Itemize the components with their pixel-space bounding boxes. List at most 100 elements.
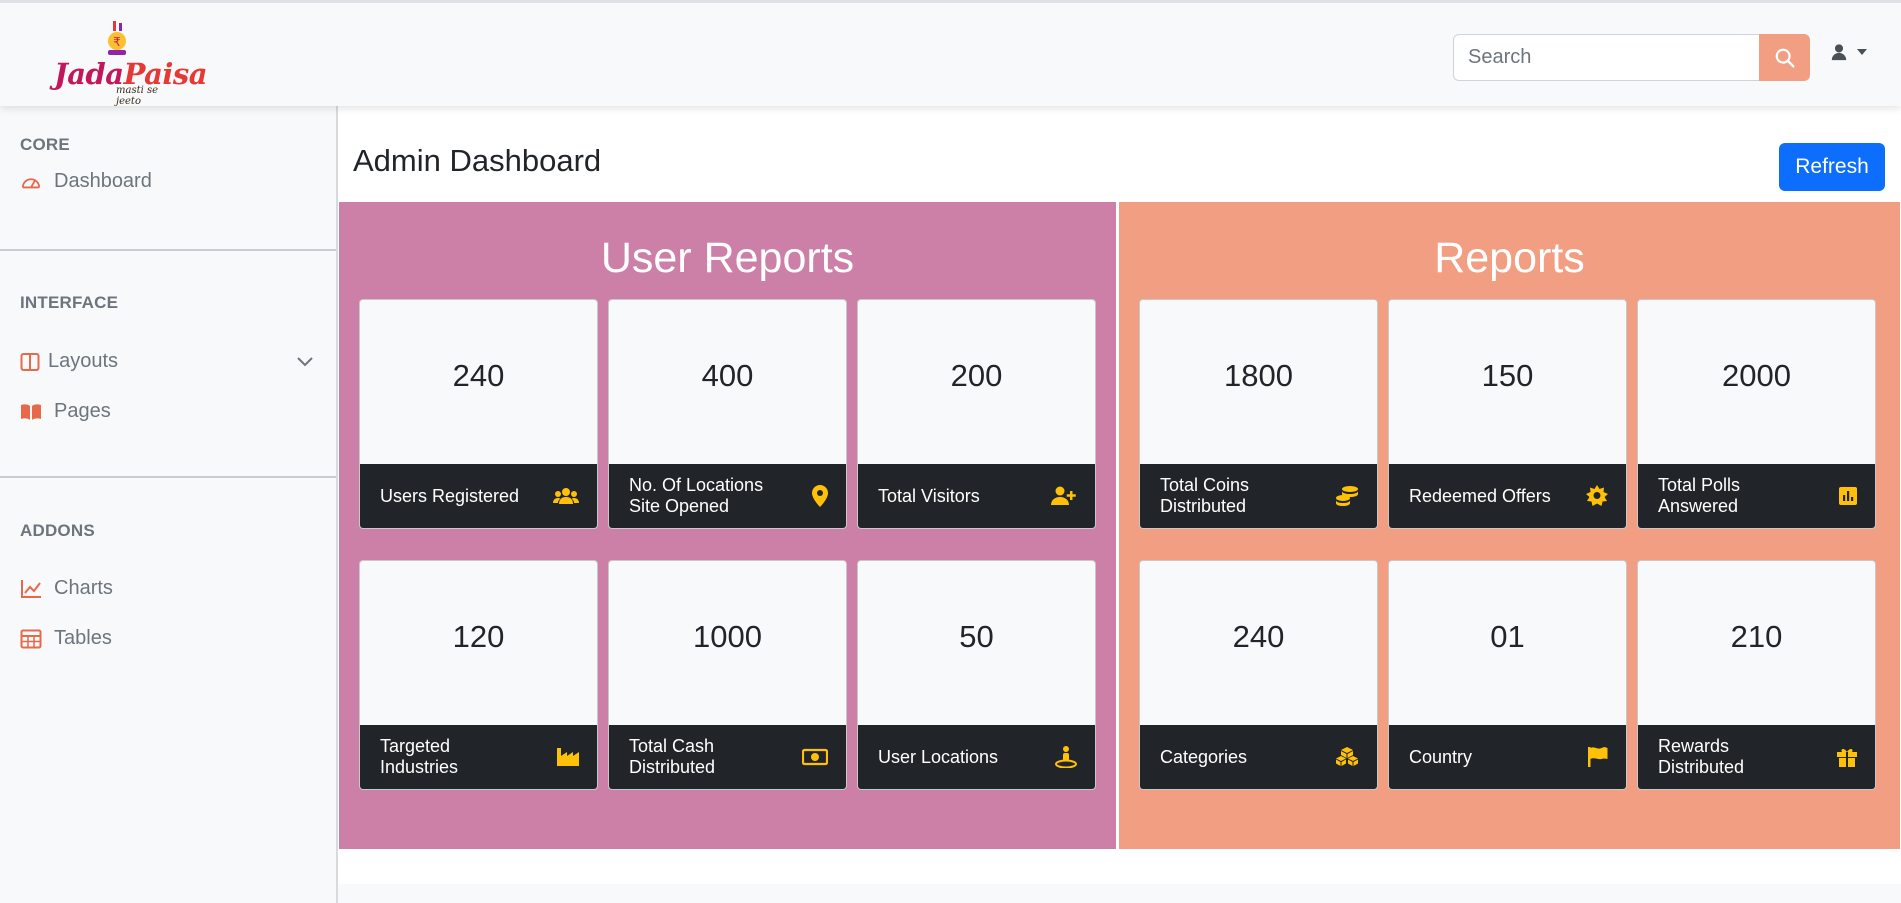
- stat-value: 1800: [1224, 358, 1293, 393]
- user-dropdown[interactable]: [1830, 43, 1868, 61]
- book-open-icon: [21, 403, 41, 420]
- stat-value: 1000: [693, 619, 762, 654]
- top-navbar: ₹ JadaPaisa masti se jeeto: [0, 0, 1901, 107]
- stat-value: 01: [1490, 619, 1525, 654]
- chevron-down-icon[interactable]: [296, 356, 314, 368]
- refresh-button[interactable]: Refresh: [1779, 143, 1885, 191]
- cubes-icon: [1335, 747, 1359, 767]
- stat-value: 400: [701, 358, 754, 393]
- sidebar-item-tables[interactable]: Tables: [20, 627, 112, 650]
- stat-value: 200: [950, 358, 1003, 393]
- sidebar-heading-interface: INTERFACE: [20, 293, 119, 312]
- panel-title: Reports: [1434, 234, 1585, 282]
- stat-footer: Targeted Industries: [360, 725, 597, 789]
- stat-card-polls-answered[interactable]: 2000 Total Polls Answered: [1637, 299, 1876, 529]
- stat-label: Targeted Industries: [380, 736, 459, 777]
- users-icon: [553, 487, 579, 505]
- stat-label: Total Visitors: [878, 485, 980, 506]
- chart-line-icon: [21, 579, 41, 598]
- search-icon: [1775, 48, 1794, 67]
- stat-label: Country: [1409, 746, 1473, 767]
- stat-footer: Total Coins Distributed: [1140, 464, 1377, 528]
- poll-icon: [1839, 487, 1857, 505]
- stat-label: Users Registered: [380, 485, 520, 506]
- sidebar-item-pages[interactable]: Pages: [20, 400, 111, 423]
- stat-card-total-visitors[interactable]: 200 Total Visitors: [857, 299, 1096, 529]
- certificate-icon: [1586, 485, 1608, 507]
- footer-band: [338, 884, 1901, 903]
- stat-footer: Categories: [1140, 725, 1377, 789]
- stat-value: 50: [959, 619, 994, 654]
- search-input[interactable]: [1453, 34, 1759, 81]
- stat-label: No. Of Locations Site Opened: [629, 475, 764, 516]
- stat-footer: Total Visitors: [858, 464, 1095, 528]
- stat-label: Categories: [1160, 746, 1248, 767]
- stat-label: Total Polls Answered: [1658, 475, 1741, 516]
- user-reports-panel: User Reports 240 Users Registered 400 No…: [339, 202, 1116, 849]
- stat-footer: Total Cash Distributed: [609, 725, 846, 789]
- svg-text:₹: ₹: [113, 35, 121, 49]
- stat-label: Total Cash Distributed: [629, 736, 716, 777]
- sidebar-divider: [0, 249, 336, 251]
- stat-label: Rewards Distributed: [1658, 736, 1745, 777]
- stat-label: Total Coins Distributed: [1160, 475, 1250, 516]
- stat-footer: Country: [1389, 725, 1626, 789]
- stat-card-redeemed-offers[interactable]: 150 Redeemed Offers: [1388, 299, 1627, 529]
- sidebar-item-layouts[interactable]: Layouts: [20, 350, 118, 373]
- sidebar-item-charts[interactable]: Charts: [20, 577, 113, 600]
- columns-icon: [20, 352, 40, 371]
- sidebar-heading-addons: ADDONS: [20, 521, 95, 540]
- stat-value: 150: [1481, 358, 1534, 393]
- flag-icon: [1588, 747, 1608, 767]
- sidebar-item-label: Tables: [54, 627, 112, 649]
- stat-card-locations-opened[interactable]: 400 No. Of Locations Site Opened: [608, 299, 847, 529]
- sidebar-item-label: Charts: [54, 577, 113, 599]
- industry-icon: [557, 748, 579, 766]
- tachometer-icon: [21, 177, 41, 188]
- gift-icon: [1837, 747, 1857, 767]
- street-view-icon: [1055, 746, 1077, 768]
- stat-value: 210: [1730, 619, 1783, 654]
- stat-card-total-cash[interactable]: 1000 Total Cash Distributed: [608, 560, 847, 790]
- stat-value: 120: [452, 619, 505, 654]
- user-plus-icon: [1051, 486, 1077, 506]
- stat-footer: Rewards Distributed: [1638, 725, 1875, 789]
- sidebar-item-label: Layouts: [48, 350, 119, 372]
- stat-footer: Users Registered: [360, 464, 597, 528]
- stat-label: User Locations: [878, 746, 999, 767]
- sidebar-item-label: Dashboard: [54, 170, 152, 192]
- stat-card-categories[interactable]: 240 Categories: [1139, 560, 1378, 790]
- sidebar-item-dashboard[interactable]: Dashboard: [20, 170, 152, 193]
- stat-label: Redeemed Offers: [1409, 485, 1551, 506]
- stat-footer: No. Of Locations Site Opened: [609, 464, 846, 528]
- stat-footer: Total Polls Answered: [1638, 464, 1875, 528]
- stat-card-country[interactable]: 01 Country: [1388, 560, 1627, 790]
- reports-panel: Reports 1800 Total Coins Distributed 150…: [1119, 202, 1900, 849]
- stat-card-user-locations[interactable]: 50 User Locations: [857, 560, 1096, 790]
- table-icon: [20, 629, 42, 648]
- brand-logo[interactable]: ₹ JadaPaisa masti se jeeto: [52, 19, 208, 107]
- user-icon: [1831, 44, 1847, 61]
- stat-value: 2000: [1722, 358, 1791, 393]
- page-title: Admin Dashboard: [353, 143, 602, 178]
- sidebar-divider: [0, 476, 336, 478]
- search-button[interactable]: [1759, 34, 1810, 81]
- stat-card-users-registered[interactable]: 240 Users Registered: [359, 299, 598, 529]
- stat-footer: User Locations: [858, 725, 1095, 789]
- search-group: [1453, 34, 1810, 81]
- caret-down-icon: [1857, 49, 1867, 55]
- stat-footer: Redeemed Offers: [1389, 464, 1626, 528]
- stat-card-rewards-distributed[interactable]: 210 Rewards Distributed: [1637, 560, 1876, 790]
- stat-value: 240: [452, 358, 505, 393]
- coins-icon: [1335, 485, 1359, 507]
- stat-card-coins-distributed[interactable]: 1800 Total Coins Distributed: [1139, 299, 1378, 529]
- sidebar-item-label: Pages: [54, 400, 111, 422]
- sidebar: CORE Dashboard INTERFACE Layouts Pages A…: [0, 106, 338, 903]
- money-bill-icon: [802, 748, 828, 766]
- stat-card-targeted-industries[interactable]: 120 Targeted Industries: [359, 560, 598, 790]
- brand-tagline: masti se jeeto: [116, 85, 159, 107]
- panel-title: User Reports: [600, 234, 855, 282]
- map-pin-icon: [812, 485, 828, 507]
- logo-mark-icon: ₹: [108, 21, 126, 55]
- stat-value: 240: [1232, 619, 1285, 654]
